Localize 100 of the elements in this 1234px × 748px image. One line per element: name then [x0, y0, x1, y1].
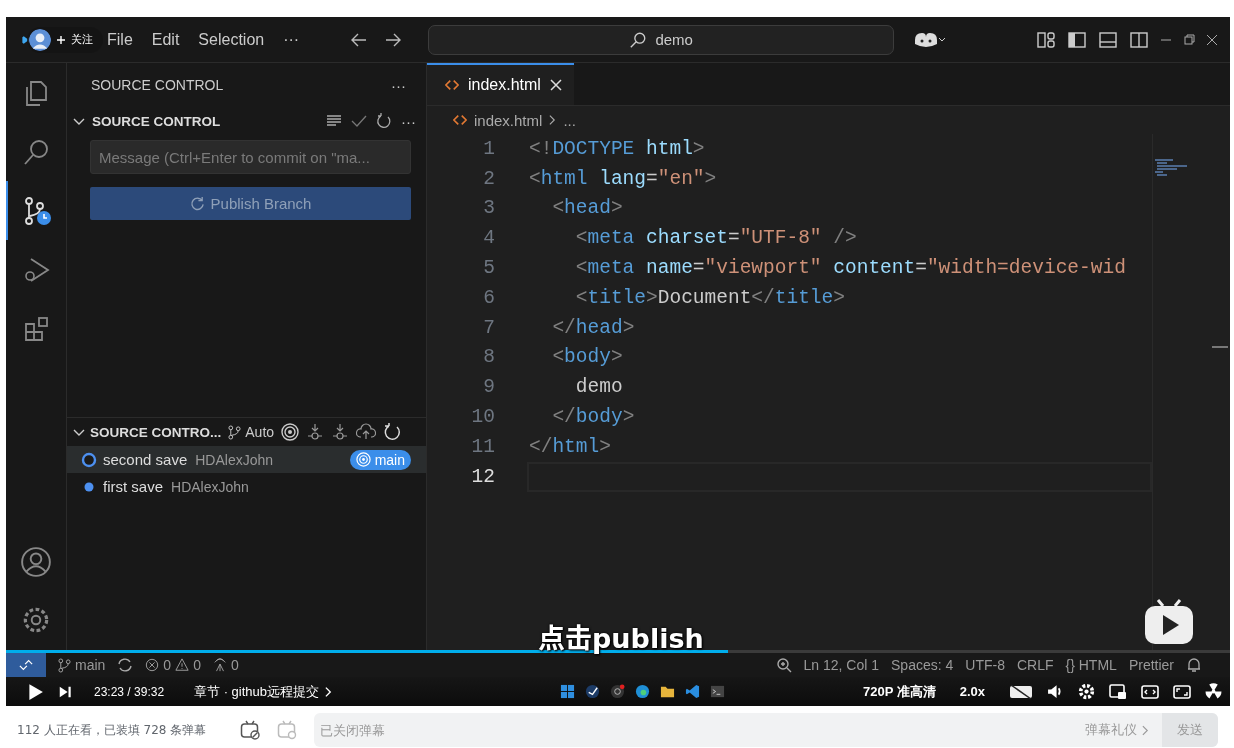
restore-icon[interactable]	[1183, 33, 1195, 46]
viewer-count: 112 人正在看，已装填 728 条弹幕	[17, 721, 207, 739]
code-line: demo	[574, 376, 623, 399]
widescreen-icon[interactable]	[1141, 683, 1159, 700]
check-icon[interactable]	[351, 113, 367, 129]
danmaku-toggle-icon[interactable]	[240, 720, 261, 740]
commit-author: HDAlexJohn	[171, 478, 249, 495]
browser-icon	[635, 684, 650, 699]
mini-player-icon[interactable]	[1109, 683, 1127, 700]
line-number: 10	[470, 406, 496, 429]
menu-item[interactable]: File	[107, 30, 133, 49]
target-icon[interactable]	[281, 423, 300, 441]
code-line: <meta charset="UTF-8" />	[574, 227, 857, 250]
sidebar-toggle-icon[interactable]	[1067, 29, 1087, 50]
source-control-icon	[22, 195, 52, 226]
quality-button[interactable]: 720P 准高清	[862, 682, 936, 701]
menu-item[interactable]: Selection	[198, 30, 265, 49]
play-icon[interactable]	[26, 682, 44, 701]
zoom-icon[interactable]	[775, 657, 792, 673]
fetch-icon[interactable]	[306, 423, 325, 441]
code-line: <head>	[551, 197, 623, 220]
settings-icon[interactable]	[1078, 683, 1095, 700]
avatar-icon[interactable]	[29, 28, 51, 51]
line-number: 6	[482, 286, 496, 309]
list-icon[interactable]	[326, 113, 342, 129]
refresh-icon[interactable]	[376, 113, 392, 129]
code-editor-icon	[685, 684, 700, 699]
ports-status[interactable]: 0	[212, 657, 239, 673]
search-field[interactable]: demo	[428, 24, 895, 55]
section-title[interactable]: SOURCE CONTRO...	[90, 424, 222, 440]
close-icon[interactable]	[1206, 33, 1218, 46]
follow-button[interactable]: 关注	[27, 26, 103, 53]
code-line: </head>	[551, 316, 635, 339]
cloud-upload-icon[interactable]	[356, 423, 377, 441]
status-item[interactable]: Spaces: 4	[891, 657, 954, 673]
problems-status[interactable]: 0 0	[145, 657, 201, 673]
code-line: </html>	[529, 435, 611, 458]
graph-mode-label[interactable]: Auto	[245, 424, 275, 440]
line-number: 8	[482, 346, 496, 369]
breadcrumb-item[interactable]: ...	[563, 111, 576, 129]
layout-icon[interactable]	[1036, 29, 1056, 50]
status-item[interactable]: {} HTML	[1065, 657, 1117, 673]
bell-icon[interactable]	[1186, 657, 1202, 673]
status-item[interactable]: Prettier	[1128, 657, 1174, 673]
app-icon	[585, 684, 600, 699]
subtitle: 点击publish	[538, 622, 704, 656]
panel-toggle-icon[interactable]	[1098, 29, 1118, 50]
commit-message: second save	[103, 451, 188, 468]
line-number: 2	[482, 167, 496, 190]
line-number: 12	[470, 465, 496, 488]
play-button-icon[interactable]	[1144, 599, 1194, 645]
account-icon[interactable]	[20, 546, 52, 578]
remote-button[interactable]	[6, 653, 46, 677]
status-item[interactable]: UTF-8	[965, 657, 1005, 673]
radiation-icon[interactable]	[1205, 683, 1222, 700]
commit-message: first save	[103, 478, 163, 495]
line-number: 5	[482, 257, 496, 280]
subtitle-off-icon[interactable]	[1009, 683, 1033, 700]
branch-icon	[228, 424, 242, 440]
remote-icon	[19, 658, 33, 672]
line-number: 7	[482, 316, 496, 339]
code-line: <title>Document</title>	[574, 286, 845, 309]
breadcrumb-item[interactable]: index.html	[474, 111, 543, 129]
line-number: 4	[482, 227, 496, 250]
code-line: <body>	[551, 346, 623, 369]
more-button[interactable]: ···	[401, 112, 416, 130]
time-display: 23:23 / 39:32	[94, 684, 165, 699]
sidebar-title: SOURCE CONTROL	[91, 77, 224, 93]
status-item[interactable]: CRLF	[1016, 657, 1054, 673]
editor-tab[interactable]: index.html	[427, 63, 574, 105]
refresh-icon	[189, 196, 205, 211]
volume-icon[interactable]	[1047, 683, 1064, 700]
menu-item[interactable]: Edit	[151, 30, 180, 49]
next-icon[interactable]	[58, 684, 72, 699]
commit-row[interactable]: second save HDAlexJohn main	[67, 446, 426, 473]
commit-author: HDAlexJohn	[195, 451, 274, 468]
terminal-icon	[710, 684, 725, 699]
commit-node-icon	[81, 451, 97, 468]
split-icon[interactable]	[1129, 29, 1149, 50]
line-number: 9	[482, 376, 496, 399]
menu-item[interactable]: ···	[283, 30, 300, 49]
line-number: 11	[470, 435, 496, 458]
folder-icon	[660, 684, 675, 699]
commit-message-field[interactable]: Message (Ctrl+Enter to commit on "ma...	[90, 140, 411, 174]
commit-row[interactable]: first save HDAlexJohn	[67, 473, 426, 500]
section-title[interactable]: SOURCE CONTROL	[92, 113, 221, 129]
pull-icon[interactable]	[331, 423, 350, 441]
plus-icon	[56, 34, 66, 45]
branch-icon	[58, 657, 71, 673]
search-icon	[629, 30, 648, 49]
sync-icon[interactable]	[117, 657, 134, 673]
fullscreen-icon[interactable]	[1173, 683, 1191, 700]
speed-button[interactable]: 2.0x	[959, 684, 985, 699]
branch-status[interactable]: main	[58, 657, 106, 673]
more-button[interactable]: ···	[391, 76, 406, 94]
branch-tag: main	[349, 449, 411, 470]
code-line: </body>	[551, 406, 635, 429]
chevron-icon	[549, 114, 557, 126]
chapter-link[interactable]: 章节 · github远程提交	[194, 682, 320, 701]
status-item[interactable]: Ln 12, Col 1	[803, 657, 879, 673]
